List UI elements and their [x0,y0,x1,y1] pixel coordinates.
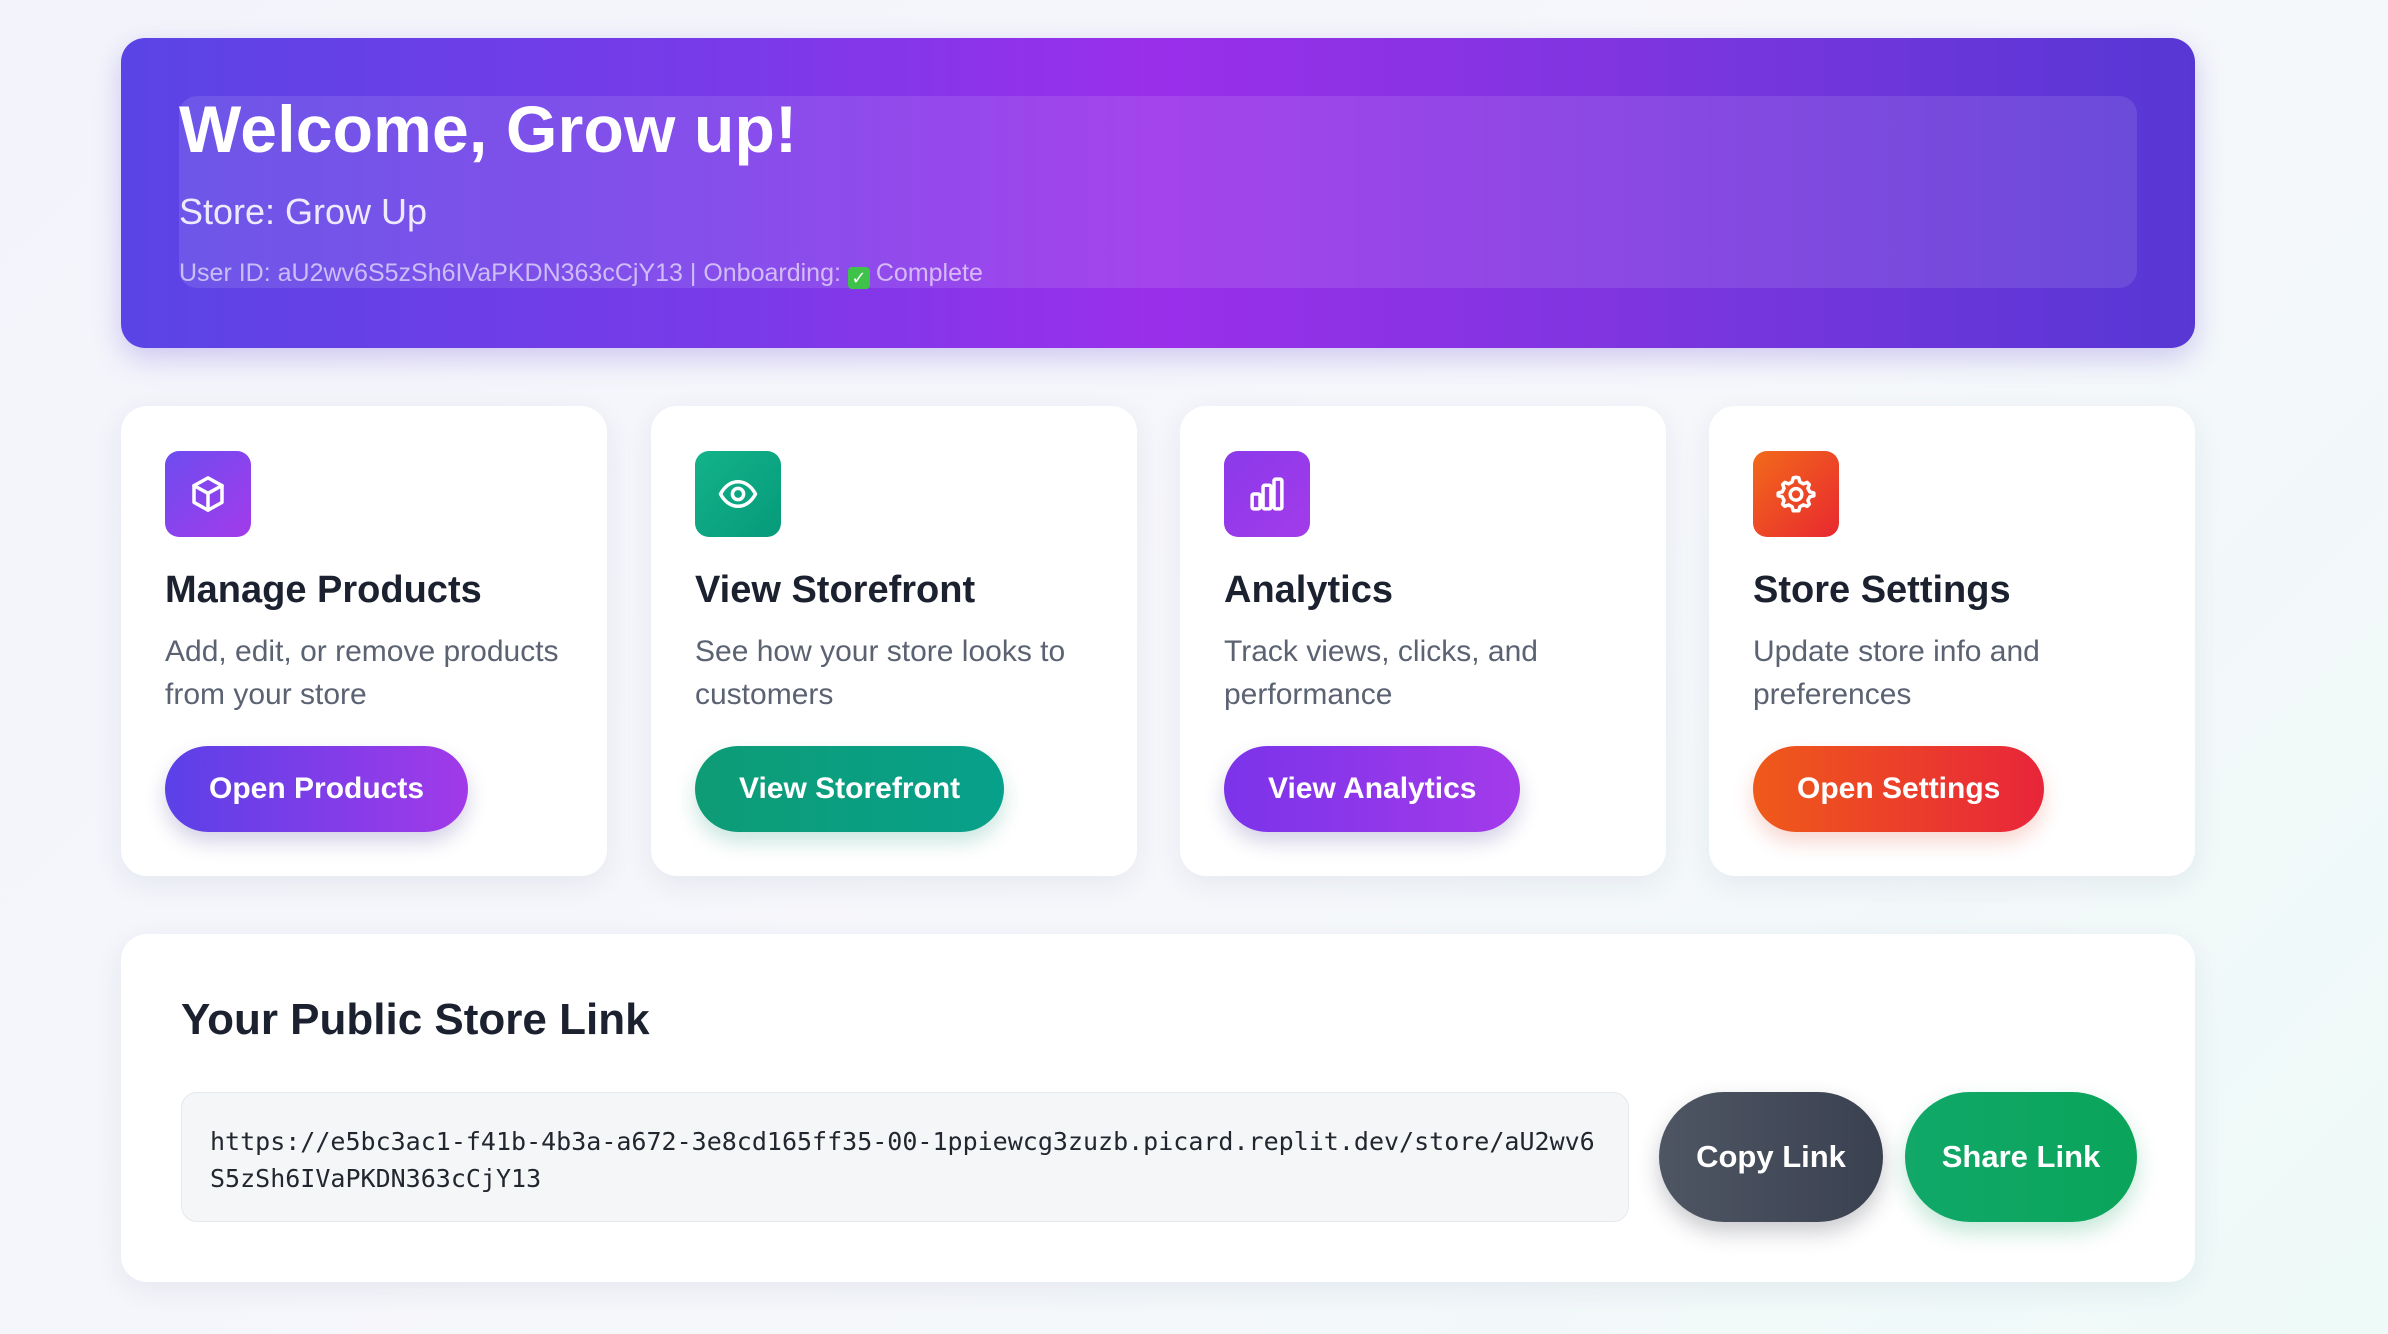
card-description: Update store info and preferences [1753,635,2040,711]
card-title: Store Settings [1753,569,2011,611]
check-mark-icon: ✓ [847,267,870,289]
analytics-card: Analytics Track views, clicks, and perfo… [1180,406,1666,876]
box-icon [165,451,251,537]
copy-link-button[interactable]: Copy Link [1659,1092,1883,1222]
public-store-link-panel: Your Public Store Link https://e5bc3ac1-… [121,934,2195,1282]
store-name-label: Store: Grow Up [179,191,428,232]
card-title: Analytics [1224,569,1393,611]
bar-chart-icon [1224,451,1310,537]
onboarding-status: Complete [875,259,983,287]
view-storefront-card: View Storefront See how your store looks… [651,406,1137,876]
view-storefront-button[interactable]: View Storefront [695,746,1005,832]
share-link-button[interactable]: Share Link [1905,1092,2137,1222]
store-url-field[interactable]: https://e5bc3ac1-f41b-4b3a-a672-3e8cd165… [181,1092,1629,1222]
welcome-banner: Welcome, Grow up! Store: Grow Up User ID… [121,38,2195,348]
user-id-text: User ID: aU2wv6S5zSh6IVaPKDN363cCjY13 | … [179,259,841,287]
card-title: View Storefront [695,569,976,611]
open-settings-button[interactable]: Open Settings [1753,746,2045,832]
store-settings-card: Store Settings Update store info and pre… [1709,406,2195,876]
welcome-heading: Welcome, Grow up! [179,92,798,166]
card-description: Add, edit, or remove products from your … [165,635,559,711]
user-meta-line: User ID: aU2wv6S5zSh6IVaPKDN363cCjY13 | … [179,258,983,289]
view-analytics-button[interactable]: View Analytics [1224,746,1521,832]
card-description: See how your store looks to customers [695,635,1066,711]
open-products-button[interactable]: Open Products [165,746,469,832]
card-title: Manage Products [165,569,482,611]
manage-products-card: Manage Products Add, edit, or remove pro… [121,406,607,876]
card-description: Track views, clicks, and performance [1224,635,1538,711]
gear-icon [1753,451,1839,537]
eye-icon [695,451,781,537]
public-link-title: Your Public Store Link [181,995,650,1044]
